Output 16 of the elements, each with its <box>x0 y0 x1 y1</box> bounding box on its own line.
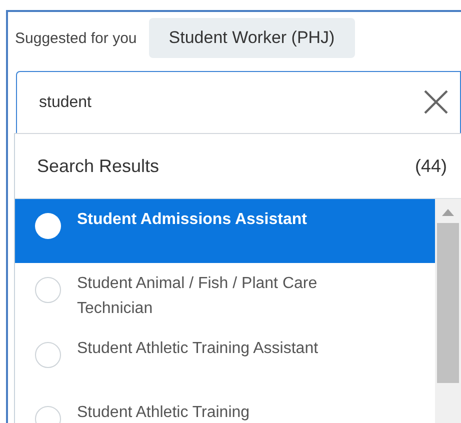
result-item[interactable]: Student Admissions Assistant <box>15 199 435 263</box>
close-icon[interactable] <box>423 89 449 115</box>
radio-button[interactable] <box>35 277 61 303</box>
results-count: (44) <box>414 156 447 176</box>
suggestion-chip[interactable]: Student Worker (PHJ) <box>148 18 355 58</box>
scroll-thumb[interactable] <box>437 223 459 383</box>
result-item[interactable]: Student Athletic Training Assistant <box>15 328 435 392</box>
up-arrow-icon[interactable] <box>442 208 454 216</box>
radio-button[interactable] <box>35 342 61 368</box>
radio-button[interactable] <box>35 213 61 239</box>
result-item[interactable]: Student Athletic Training <box>15 392 435 423</box>
results-title: Search Results <box>37 156 160 176</box>
scrollbar[interactable] <box>435 199 461 423</box>
search-field[interactable]: student <box>16 71 461 133</box>
suggested-label: Suggested for you <box>15 30 137 46</box>
result-item[interactable]: Student Animal / Fish / Plant Care Technician <box>15 263 435 328</box>
